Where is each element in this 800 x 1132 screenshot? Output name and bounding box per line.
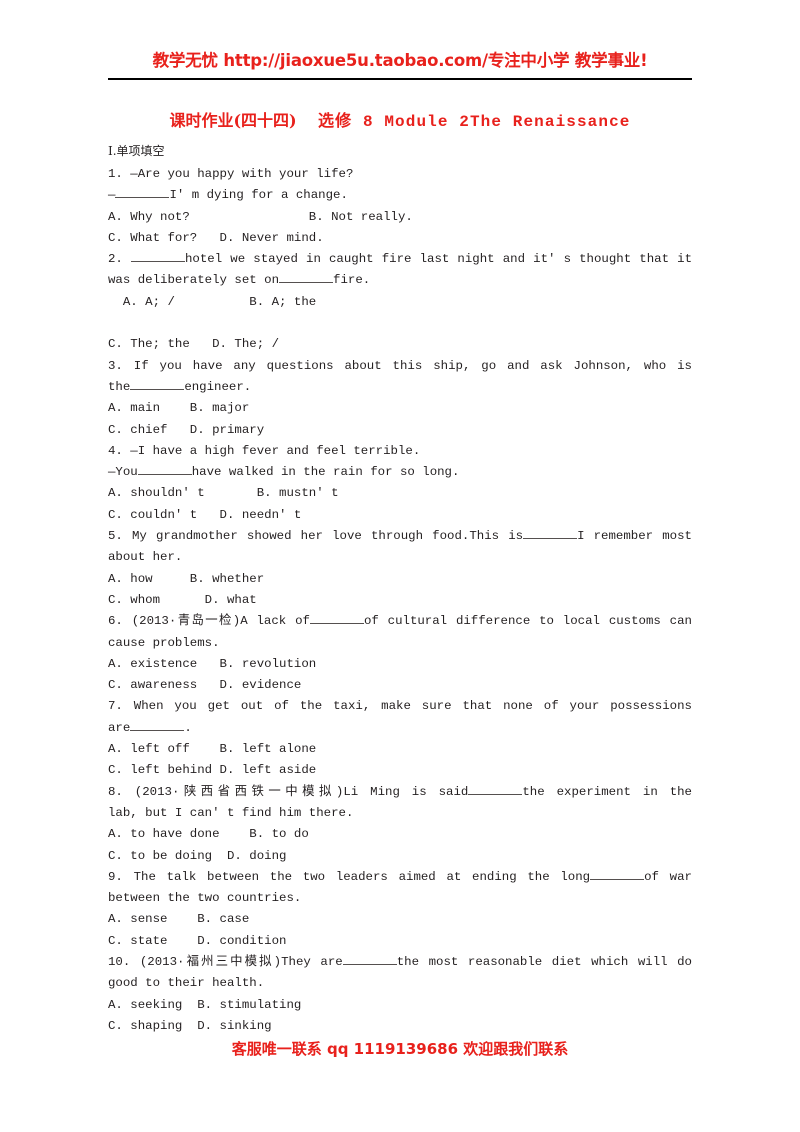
question-stem-line: 6. (2013·青岛一检)A lack of of cultural diffe…	[108, 611, 692, 632]
question-stem-line: between the two countries.	[108, 891, 302, 906]
footer-contact: 客服唯一联系 qq 1119139686 欢迎跟我们联系	[231, 1040, 569, 1058]
answer-blank	[590, 867, 645, 880]
question-stem-line: about her.	[108, 550, 183, 565]
question-option-line: A. shouldn' t B. mustn' t	[108, 486, 339, 501]
question-stem-line: 3. If you have any questions about this …	[108, 358, 692, 373]
question-stem-line: —You have walked in the rain for so long.	[108, 462, 692, 483]
answer-blank	[137, 463, 192, 476]
question-item: 8. (2013·陕西省西铁一中模拟)Li Ming is said the ex…	[108, 782, 692, 867]
question-item: 10. (2013·福州三中模拟)They are the most reason…	[108, 952, 692, 1037]
question-stem-line: 5. My grandmother showed her love throug…	[108, 526, 692, 547]
question-stem-line: good to their health.	[108, 976, 265, 991]
question-option-line: C. state D. condition	[108, 933, 287, 948]
question-option-line: C. awareness D. evidence	[108, 678, 302, 693]
question-option-line: A. how B. whether	[108, 571, 265, 586]
question-option-line: C. The; the D. The; /	[108, 337, 280, 352]
question-stem-line: 2. hotel we stayed in caught fire last n…	[108, 249, 692, 270]
question-stem-line: — I' m dying for a change.	[108, 185, 692, 206]
answer-blank	[309, 612, 364, 625]
answer-blank	[279, 271, 334, 284]
question-option-line: A. left off B. left alone	[108, 742, 317, 757]
question-option-line: A. Why not? B. Not really.	[108, 209, 413, 224]
question-option-line: C. left behind D. left aside	[108, 763, 317, 778]
answer-blank	[468, 782, 523, 795]
question-item: 5. My grandmother showed her love throug…	[108, 526, 692, 611]
question-item: 2. hotel we stayed in caught fire last n…	[108, 249, 692, 355]
question-item: 6. (2013·青岛一检)A lack of of cultural diffe…	[108, 611, 692, 696]
question-option-line: A. seeking B. stimulating	[108, 997, 302, 1012]
section-heading: Ⅰ.单项填空	[108, 144, 165, 158]
question-stem-line: 10. (2013·福州三中模拟)They are the most reason…	[108, 952, 692, 973]
question-item: 7. When you get out of the taxi, make su…	[108, 696, 692, 781]
question-item: 4. —I have a high fever and feel terribl…	[108, 441, 692, 526]
answer-blank	[130, 718, 185, 731]
question-stem-line: cause problems.	[108, 635, 220, 650]
question-option-line: C. chief D. primary	[108, 422, 265, 437]
question-option-line: A. main B. major	[108, 401, 250, 416]
question-option-line: A. existence B. revolution	[108, 656, 317, 671]
question-option-line: A. sense B. case	[108, 912, 250, 927]
question-stem-line: 4. —I have a high fever and feel terribl…	[108, 443, 421, 458]
question-stem-line: 9. The talk between the two leaders aime…	[108, 867, 692, 888]
question-item: 1. —Are you happy with your life? — I' m …	[108, 164, 692, 249]
answer-blank	[131, 250, 185, 263]
question-list: 1. —Are you happy with your life? — I' m …	[108, 164, 692, 1037]
question-item: 9. The talk between the two leaders aime…	[108, 867, 692, 952]
page-title-en: 选修 8 Module 2The Renaissance	[318, 113, 631, 131]
question-stem-line: are.	[108, 718, 692, 739]
question-stem-line: 7. When you get out of the taxi, make su…	[108, 699, 692, 714]
question-stem-line: was deliberately set on fire.	[108, 270, 692, 291]
question-stem-line: 8. (2013·陕西省西铁一中模拟)Li Ming is said the ex…	[108, 782, 692, 803]
page-title-cn: 课时作业(四十四)	[169, 111, 297, 130]
question-option-line: C. couldn' t D. needn' t	[108, 507, 302, 522]
question-option-line: A. A; / B. A; the	[108, 294, 317, 309]
question-stem-line: the engineer.	[108, 377, 692, 398]
page-title: 课时作业(四十四) 选修 8 Module 2The Renaissance	[108, 107, 692, 131]
question-option-line: C. What for? D. Never mind.	[108, 230, 324, 245]
answer-blank	[342, 953, 397, 965]
answer-blank	[130, 378, 185, 390]
question-stem-line: 1. —Are you happy with your life?	[108, 167, 354, 181]
question-option-line: A. to have done B. to do	[108, 827, 309, 842]
answer-blank	[523, 527, 578, 540]
question-option-line: C. whom D. what	[108, 592, 257, 607]
header-banner-text: 教学无忧 http://jiaoxue5u.taobao.com/专注中小学 教…	[152, 51, 648, 70]
header-divider	[108, 78, 692, 80]
question-stem-line: lab, but I can' t find him there.	[108, 805, 354, 820]
header-banner: 教学无忧 http://jiaoxue5u.taobao.com/专注中小学 教…	[108, 51, 692, 70]
question-option-line: C. shaping D. sinking	[108, 1018, 272, 1033]
question-option-line: C. to be doing D. doing	[108, 848, 287, 863]
answer-blank	[115, 186, 170, 199]
document-page: 教学无忧 http://jiaoxue5u.taobao.com/专注中小学 教…	[0, 0, 800, 1132]
question-item: 3. If you have any questions about this …	[108, 356, 692, 441]
